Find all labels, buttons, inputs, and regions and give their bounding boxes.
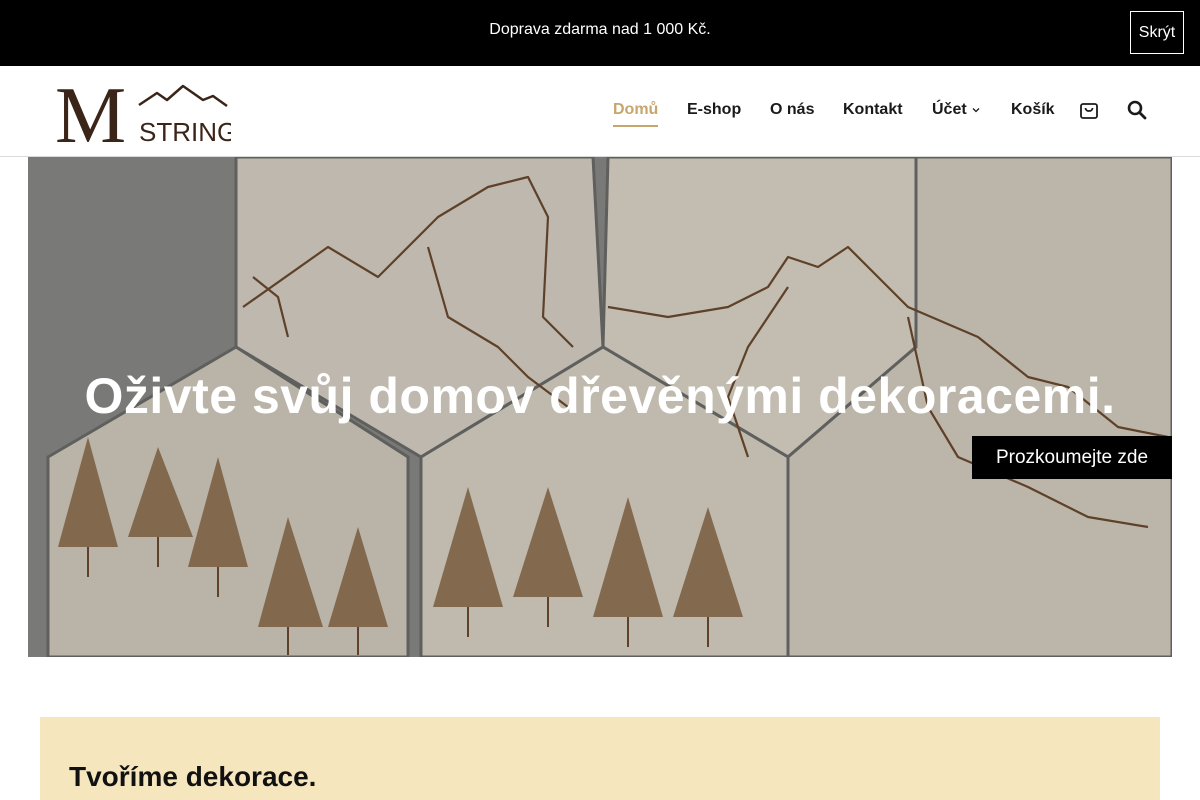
search-button[interactable] [1126, 99, 1148, 121]
nav-item-account[interactable]: Účet [932, 101, 981, 119]
cart-button[interactable] [1078, 99, 1100, 121]
nav-item-eshop[interactable]: E-shop [687, 101, 741, 119]
nav-item-cart[interactable]: Košík [1011, 101, 1055, 119]
announcement-bar: Doprava zdarma nad 1 000 Kč. Skrýt [0, 0, 1200, 66]
explore-button[interactable]: Prozkoumejte zde [972, 436, 1172, 479]
intro-title: Tvoříme dekorace. [69, 761, 317, 792]
nav-item-account-label: Účet [932, 101, 967, 118]
site-header: M STRING Domů E-shop O nás Kontakt Účet … [0, 66, 1200, 160]
main-nav: Domů E-shop O nás Kontakt Účet Košík [0, 66, 1200, 156]
nav-item-about[interactable]: O nás [770, 101, 814, 119]
hero-title: Oživte svůj domov dřevěnými dekoracemi. [84, 368, 1116, 424]
nav-item-home[interactable]: Domů [613, 101, 659, 127]
shopping-bag-icon [1080, 103, 1098, 119]
search-icon [1127, 100, 1147, 120]
hide-announcement-button[interactable]: Skrýt [1130, 11, 1184, 54]
chevron-down-icon [972, 107, 980, 113]
nav-item-contact[interactable]: Kontakt [843, 101, 903, 119]
announcement-text: Doprava zdarma nad 1 000 Kč. [489, 21, 711, 38]
intro-section: Tvoříme dekorace. [40, 717, 1160, 800]
hero-banner: Oživte svůj domov dřevěnými dekoracemi. … [28, 157, 1172, 657]
